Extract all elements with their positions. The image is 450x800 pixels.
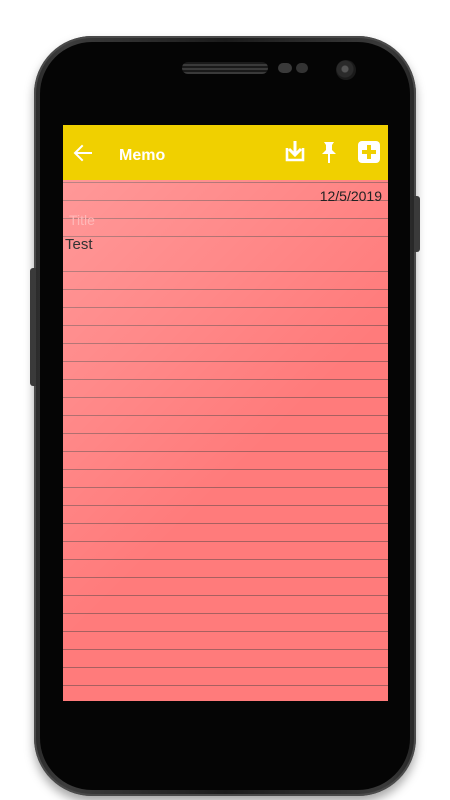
front-camera (336, 60, 356, 80)
power-button (414, 196, 420, 252)
earpiece-speaker (182, 62, 268, 74)
memo-title-input[interactable] (65, 210, 319, 230)
save-download-icon (285, 141, 305, 162)
app-screen: Memo 12/5/2019 Test (63, 125, 388, 701)
sensor-dot (296, 63, 308, 73)
arrow-left-icon (73, 144, 92, 162)
memo-body-text[interactable]: Test (65, 236, 383, 686)
pin-icon (322, 142, 336, 163)
volume-button (30, 268, 36, 386)
back-button[interactable] (71, 141, 95, 165)
toolbar: Memo (63, 125, 388, 180)
save-button[interactable] (282, 139, 308, 165)
add-button[interactable] (356, 139, 382, 165)
add-plus-icon (358, 141, 380, 163)
memo-date: 12/5/2019 (319, 188, 382, 204)
toolbar-title: Memo (119, 147, 166, 164)
memo-paper: 12/5/2019 Test (63, 180, 388, 701)
pin-button[interactable] (316, 139, 342, 165)
sensor-dot (278, 63, 292, 73)
